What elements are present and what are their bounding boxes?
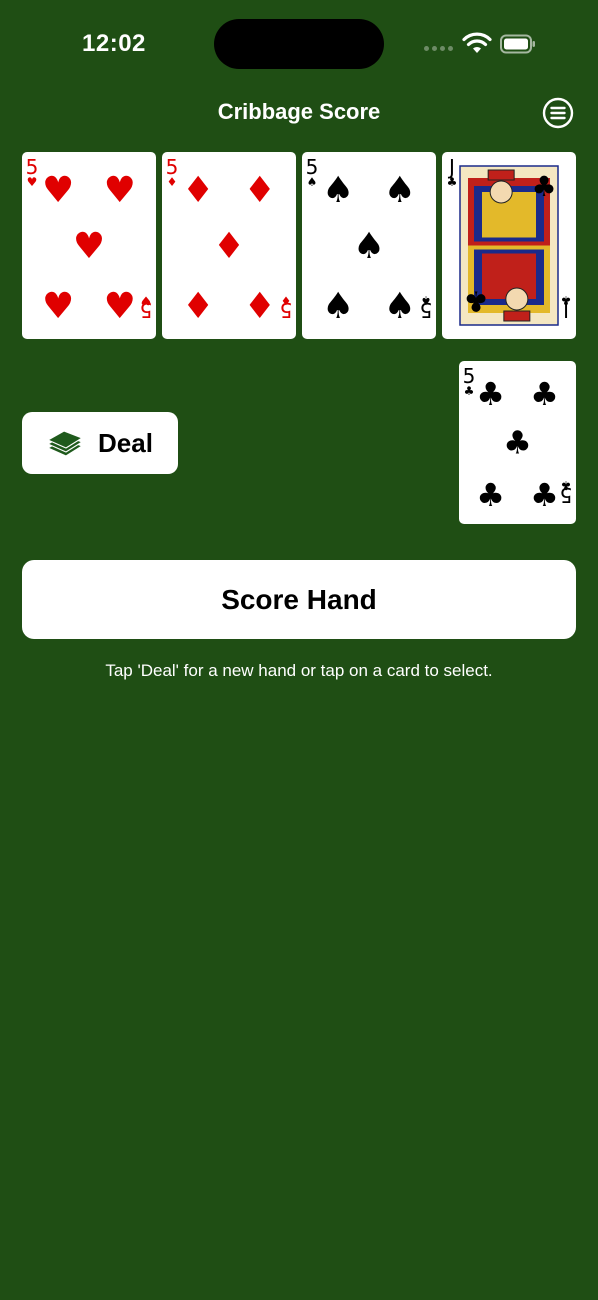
hand-card-2-pip: ♦ xyxy=(182,170,214,211)
hand-card-3[interactable]: 5 ♠ 5 ♠ ♠ ♠ ♠ ♠ ♠ xyxy=(302,152,436,339)
hand-card-4[interactable]: J ♣ J ♣ ♣ ♣ xyxy=(442,152,576,339)
card-stack-icon xyxy=(46,430,84,457)
dynamic-island xyxy=(214,19,384,69)
hand-card-1-suit-bottom: ♥ xyxy=(141,294,152,308)
home-indicator-area xyxy=(0,1240,598,1300)
starter-card-pip: ♣ xyxy=(530,375,559,413)
wifi-icon xyxy=(462,32,492,53)
hand-card-3-pip: ♠ xyxy=(353,226,385,267)
hand-card-3-pip: ♠ xyxy=(384,170,416,211)
jack-face-lower xyxy=(505,287,529,311)
hand-card-2-pip: ♦ xyxy=(244,286,276,327)
battery-icon xyxy=(500,34,535,54)
cellular-signal-icon xyxy=(424,46,453,51)
score-hand-button[interactable]: Score Hand xyxy=(22,560,576,639)
hand-card-4-pip: ♣ xyxy=(531,170,556,203)
hand-card-1-pip: ♥ xyxy=(73,226,105,267)
hand-card-1-pip: ♥ xyxy=(104,286,136,327)
starter-card[interactable]: 5 ♣ 5 ♣ ♣ ♣ ♣ ♣ ♣ xyxy=(459,361,576,524)
hand-card-4-suit-top: ♣ xyxy=(447,175,458,189)
hand-card-1-pip: ♥ xyxy=(104,170,136,211)
hand-card-3-suit-bottom: ♠ xyxy=(421,294,432,308)
hand-card-3-suit-top: ♠ xyxy=(307,175,318,189)
menu-circle-icon[interactable] xyxy=(542,97,574,129)
hand-card-2-pip: ♦ xyxy=(213,226,245,267)
instructions-text: Tap 'Deal' for a new hand or tap on a ca… xyxy=(105,661,493,680)
jack-hat-lower xyxy=(503,310,531,322)
hand-card-2-pip: ♦ xyxy=(182,286,214,327)
jack-face xyxy=(489,180,513,204)
hand-card-3-pip: ♠ xyxy=(322,170,354,211)
hand-card-3-pip: ♠ xyxy=(322,286,354,327)
hand-card-1-pip: ♥ xyxy=(42,286,74,327)
starter-card-suit-top: ♣ xyxy=(464,384,475,398)
starter-card-pip: ♣ xyxy=(476,476,505,514)
hand-card-2-suit-bottom: ♦ xyxy=(281,294,292,308)
jack-hat xyxy=(487,169,515,181)
deal-label: Deal xyxy=(98,427,153,458)
hand-card-3-pip: ♠ xyxy=(384,286,416,327)
page-title: Cribbage Score xyxy=(217,99,381,124)
starter-card-pip: ♣ xyxy=(476,375,505,413)
hand-card-2[interactable]: 5 ♦ 5 ♦ ♦ ♦ ♦ ♦ ♦ xyxy=(162,152,296,339)
hand-card-2-pip: ♦ xyxy=(244,170,276,211)
hand-card-1[interactable]: 5 ♥ 5 ♥ ♥ ♥ ♥ ♥ ♥ xyxy=(22,152,156,339)
status-time: 12:02 xyxy=(82,30,146,57)
starter-card-pip: ♣ xyxy=(530,476,559,514)
starter-card-suit-bottom: ♣ xyxy=(561,479,572,493)
starter-card-pip: ♣ xyxy=(503,424,532,462)
hand-card-1-suit-top: ♥ xyxy=(27,175,38,189)
hand-card-4-suit-bottom: ♣ xyxy=(561,294,572,308)
hand-card-4-pip: ♣ xyxy=(463,284,488,317)
hand-card-2-suit-top: ♦ xyxy=(167,175,178,189)
deal-button[interactable]: Deal xyxy=(22,412,178,474)
hand-card-1-pip: ♥ xyxy=(42,170,74,211)
